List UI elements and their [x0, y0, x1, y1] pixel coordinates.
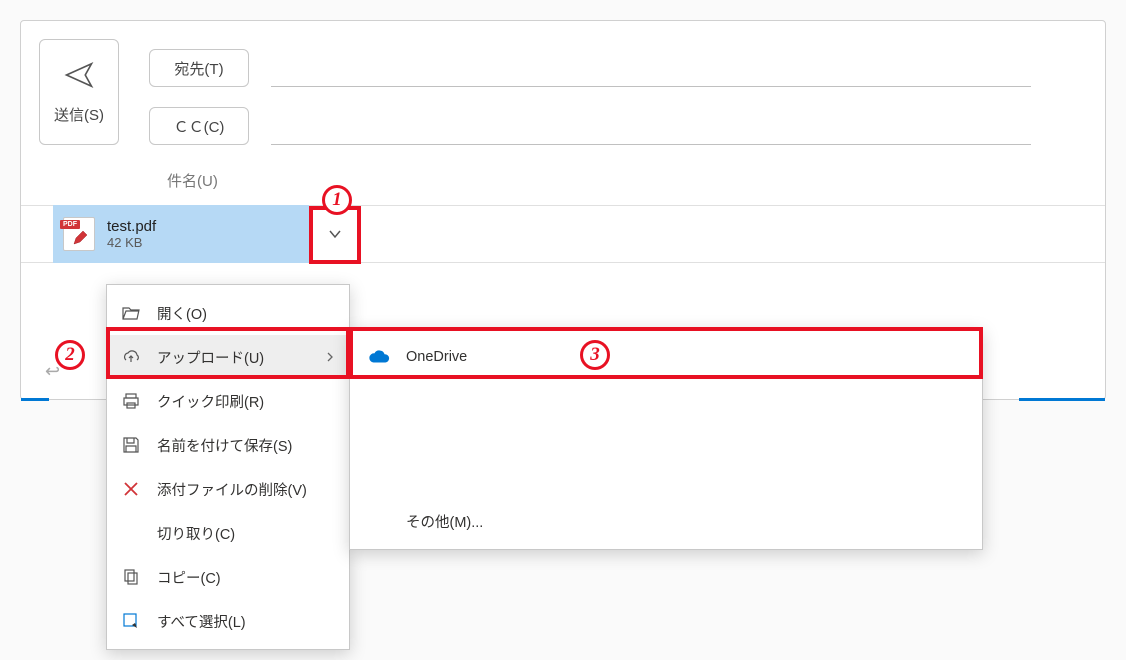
select-all-icon: [121, 611, 141, 631]
menu-remove-label: 添付ファイルの削除(V): [157, 479, 335, 500]
submenu-spacer: [350, 379, 982, 499]
cc-row: ＣＣ(C): [149, 97, 1051, 155]
attachment-chip[interactable]: PDF test.pdf 42 KB: [53, 205, 309, 263]
menu-open-label: 開く(O): [157, 303, 335, 324]
attachment-text: test.pdf 42 KB: [107, 218, 156, 250]
menu-select-all[interactable]: すべて選択(L): [107, 599, 349, 643]
compose-header: 送信(S) 宛先(T) ＣＣ(C): [21, 21, 1105, 155]
menu-select-all-label: すべて選択(L): [157, 611, 335, 632]
submenu-other[interactable]: その他(M)...: [350, 499, 982, 543]
blank-icon: [121, 523, 141, 543]
to-input-line[interactable]: [271, 49, 1031, 87]
to-label: 宛先(T): [174, 58, 223, 79]
menu-remove-attachment[interactable]: 添付ファイルの削除(V): [107, 467, 349, 511]
menu-quick-print-label: クイック印刷(R): [157, 391, 335, 412]
attachment-size: 42 KB: [107, 235, 156, 250]
subject-row: 件名(U): [21, 155, 1105, 205]
upload-submenu: OneDrive その他(M)...: [349, 328, 983, 550]
bottom-accent-left: [21, 398, 49, 401]
send-label: 送信(S): [54, 104, 104, 125]
printer-icon: [121, 391, 141, 411]
attachment-name: test.pdf: [107, 218, 156, 235]
attachment-bar: PDF test.pdf 42 KB: [21, 205, 1105, 263]
send-button[interactable]: 送信(S): [39, 39, 119, 145]
menu-upload-label: アップロード(U): [157, 347, 325, 368]
pdf-file-icon: PDF: [63, 217, 95, 251]
cc-button[interactable]: ＣＣ(C): [149, 107, 249, 145]
onedrive-icon: [368, 346, 390, 368]
copy-icon: [121, 567, 141, 587]
submenu-onedrive-label: OneDrive: [406, 349, 964, 365]
bottom-accent-right: [1019, 398, 1105, 401]
save-icon: [121, 435, 141, 455]
attachment-context-menu: 開く(O) アップロード(U) クイック印刷(R) 名前を付けて保存(S) 添付…: [106, 284, 350, 650]
cc-input-line[interactable]: [271, 107, 1031, 145]
folder-open-icon: [121, 303, 141, 323]
annotation-callout-2: 2: [55, 340, 85, 370]
menu-quick-print[interactable]: クイック印刷(R): [107, 379, 349, 423]
delete-x-icon: [121, 479, 141, 499]
menu-save-as-label: 名前を付けて保存(S): [157, 435, 335, 456]
menu-open[interactable]: 開く(O): [107, 291, 349, 335]
chevron-right-icon: [325, 352, 335, 362]
menu-cut-label: 切り取り(C): [157, 523, 335, 544]
menu-save-as[interactable]: 名前を付けて保存(S): [107, 423, 349, 467]
edit-pen-icon: [72, 230, 90, 248]
cloud-upload-icon: [121, 347, 141, 367]
submenu-other-label: その他(M)...: [406, 511, 483, 532]
annotation-callout-1: 1: [322, 185, 352, 215]
menu-copy-label: コピー(C): [157, 567, 335, 588]
menu-cut[interactable]: 切り取り(C): [107, 511, 349, 555]
annotation-callout-3: 3: [580, 340, 610, 370]
menu-copy[interactable]: コピー(C): [107, 555, 349, 599]
chevron-down-icon: [328, 227, 342, 241]
to-row: 宛先(T): [149, 39, 1051, 97]
submenu-onedrive[interactable]: OneDrive: [350, 335, 982, 379]
menu-upload[interactable]: アップロード(U): [107, 335, 349, 379]
to-button[interactable]: 宛先(T): [149, 49, 249, 87]
cc-label: ＣＣ(C): [174, 116, 225, 137]
subject-label: 件名(U): [167, 170, 218, 191]
send-icon: [64, 60, 94, 90]
recipient-column: 宛先(T) ＣＣ(C): [149, 39, 1051, 155]
pdf-badge: PDF: [60, 220, 80, 229]
